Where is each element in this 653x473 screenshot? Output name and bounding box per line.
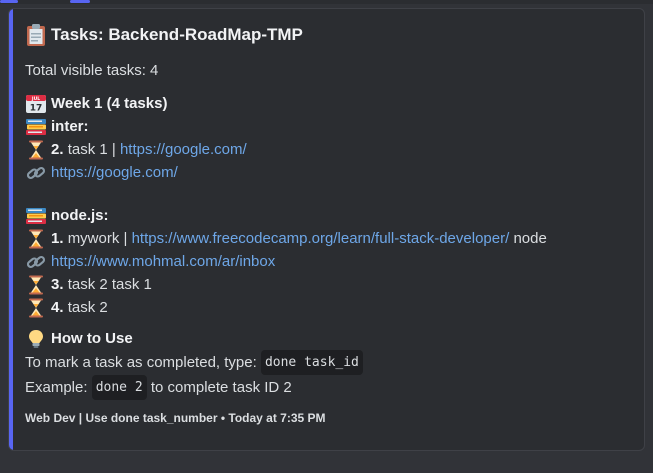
total-tasks-text: Total visible tasks: 4 xyxy=(25,62,159,79)
embed-accent-bar xyxy=(9,9,13,450)
task-text: task 2 xyxy=(67,299,108,316)
embed-title: Tasks: Backend-RoadMap-TMP xyxy=(25,21,632,49)
top-strip xyxy=(0,0,653,4)
task-link[interactable]: https://google.com/ xyxy=(120,138,247,161)
howto-example-code: done 2 xyxy=(91,375,147,400)
embed-title-text: Tasks: Backend-RoadMap-TMP xyxy=(51,25,303,44)
clipboard-icon xyxy=(25,23,47,47)
link-icon xyxy=(25,252,47,272)
books-icon xyxy=(25,117,47,137)
week-label: Week 1 (4 tasks) xyxy=(51,95,168,112)
link-row: https://www.mohmal.com/ar/inbox xyxy=(25,250,632,273)
task-number: 2. xyxy=(51,141,64,158)
hourglass-icon xyxy=(25,140,47,160)
howto-header: How to Use xyxy=(25,327,632,350)
strip-accent-mid xyxy=(70,0,90,3)
week-header: JUL 17 Week 1 (4 tasks) xyxy=(25,92,632,115)
group-link[interactable]: https://www.mohmal.com/ar/inbox xyxy=(51,250,275,273)
embed-footer: Web Dev | Use done task_number • Today a… xyxy=(25,411,326,425)
howto-line-1-text: To mark a task as completed, type: xyxy=(25,354,257,371)
task-row: 3. task 2 task 1 xyxy=(25,273,632,296)
link-row: https://google.com/ xyxy=(25,161,632,184)
howto-example-prefix: Example: xyxy=(25,379,88,396)
task-number: 4. xyxy=(51,299,64,316)
link-icon xyxy=(25,163,47,183)
task-number: 3. xyxy=(51,276,64,293)
hourglass-icon xyxy=(25,229,47,249)
group-link[interactable]: https://google.com/ xyxy=(51,161,178,184)
strip-accent-left xyxy=(0,0,18,3)
lightbulb-icon xyxy=(25,329,47,349)
books-icon xyxy=(25,206,47,226)
task-row: 4. task 2 xyxy=(25,296,632,319)
embed-body: Tasks: Backend-RoadMap-TMP Total visible… xyxy=(25,21,632,426)
hourglass-icon xyxy=(25,275,47,295)
task-text-after: node xyxy=(513,230,547,247)
task-number: 1. xyxy=(51,230,64,247)
task-link[interactable]: https://www.freecodecamp.org/learn/full-… xyxy=(132,227,510,250)
task-text: task 1 | xyxy=(67,141,116,158)
calendar-day: 17 xyxy=(30,103,43,113)
calendar-icon: JUL 17 xyxy=(25,94,47,114)
group-header-inter: inter: xyxy=(25,115,632,138)
group-header-nodejs: node.js: xyxy=(25,204,632,227)
task-text: mywork | xyxy=(67,230,128,247)
task-row: 2. task 1 | https://google.com/ xyxy=(25,138,632,161)
howto-line-2: Example: done 2 to complete task ID 2 xyxy=(25,375,632,400)
howto-example-suffix: to complete task ID 2 xyxy=(150,379,292,396)
group-name: inter: xyxy=(51,118,89,135)
howto-command-code: done task_id xyxy=(260,350,363,375)
howto-title: How to Use xyxy=(51,330,133,347)
calendar-month: JUL xyxy=(31,96,40,102)
task-text: task 2 task 1 xyxy=(67,276,152,293)
group-name: node.js: xyxy=(51,207,109,224)
hourglass-icon xyxy=(25,298,47,318)
total-tasks: Total visible tasks: 4 xyxy=(25,59,632,82)
task-row: 1. mywork | https://www.freecodecamp.org… xyxy=(25,227,632,250)
howto-line-1: To mark a task as completed, type: done … xyxy=(25,350,632,375)
task-embed: Tasks: Backend-RoadMap-TMP Total visible… xyxy=(8,8,645,451)
